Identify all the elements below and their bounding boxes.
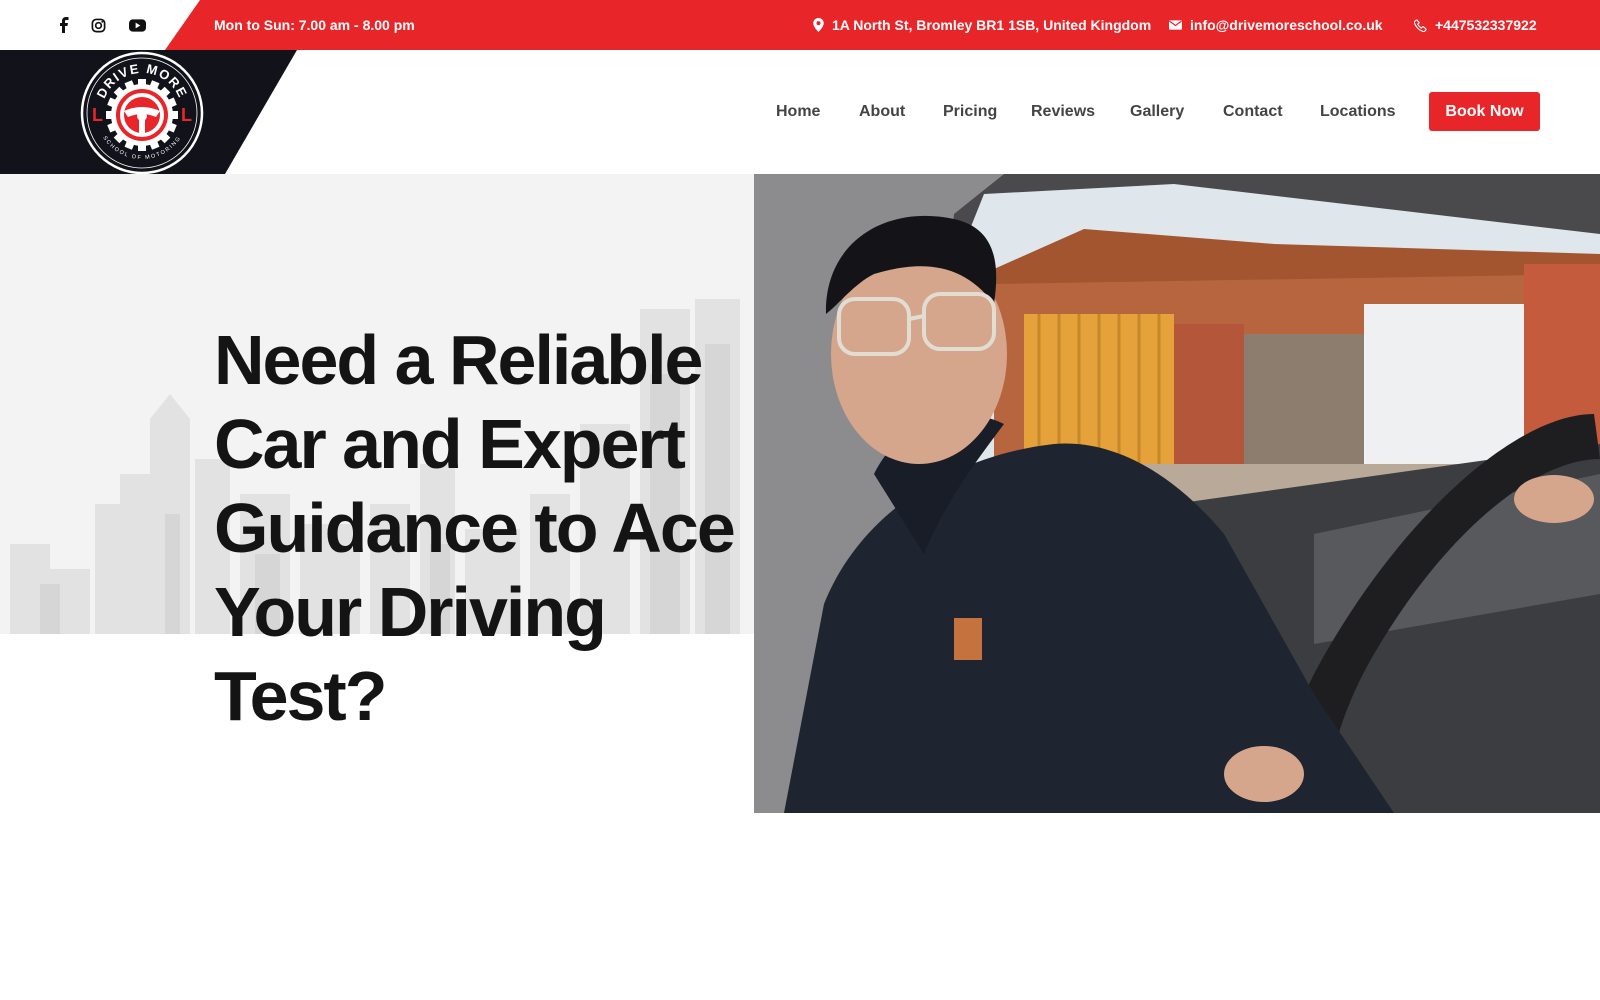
- location-pin-icon: [813, 18, 824, 32]
- phone-text: +447532337922: [1435, 17, 1537, 33]
- hero-text-panel: Need a Reliable Car and Expert Guidance …: [0, 174, 754, 813]
- nav-pricing[interactable]: Pricing: [943, 92, 997, 132]
- hero-title: Need a Reliable Car and Expert Guidance …: [214, 321, 736, 735]
- nav-reviews[interactable]: Reviews: [1031, 92, 1095, 132]
- facebook-icon[interactable]: [53, 14, 75, 36]
- opening-hours: Mon to Sun: 7.00 am - 8.00 pm: [214, 17, 415, 33]
- nav-gallery[interactable]: Gallery: [1130, 92, 1184, 132]
- phone-item[interactable]: +447532337922: [1414, 0, 1537, 50]
- logo-left-letter: L: [92, 105, 103, 125]
- site-logo[interactable]: L L DRIVE MORE SCHOOL OF MOTORING: [80, 51, 204, 175]
- youtube-icon[interactable]: [126, 14, 148, 36]
- nav-home[interactable]: Home: [776, 92, 820, 132]
- logo-right-letter: L: [181, 105, 192, 125]
- nav-about[interactable]: About: [859, 92, 905, 132]
- nav-locations[interactable]: Locations: [1320, 92, 1396, 132]
- email-item[interactable]: info@drivemoreschool.co.uk: [1169, 0, 1383, 50]
- phone-icon: [1414, 18, 1427, 32]
- email-text: info@drivemoreschool.co.uk: [1190, 17, 1383, 33]
- address-text: 1A North St, Bromley BR1 1SB, United Kin…: [832, 17, 1152, 33]
- envelope-icon: [1169, 20, 1182, 30]
- instagram-icon[interactable]: [87, 14, 109, 36]
- nav-contact[interactable]: Contact: [1223, 92, 1283, 132]
- book-now-button[interactable]: Book Now: [1429, 92, 1540, 131]
- address-item[interactable]: 1A North St, Bromley BR1 1SB, United Kin…: [813, 0, 1151, 50]
- hero-photo-student-driver: [754, 174, 1600, 813]
